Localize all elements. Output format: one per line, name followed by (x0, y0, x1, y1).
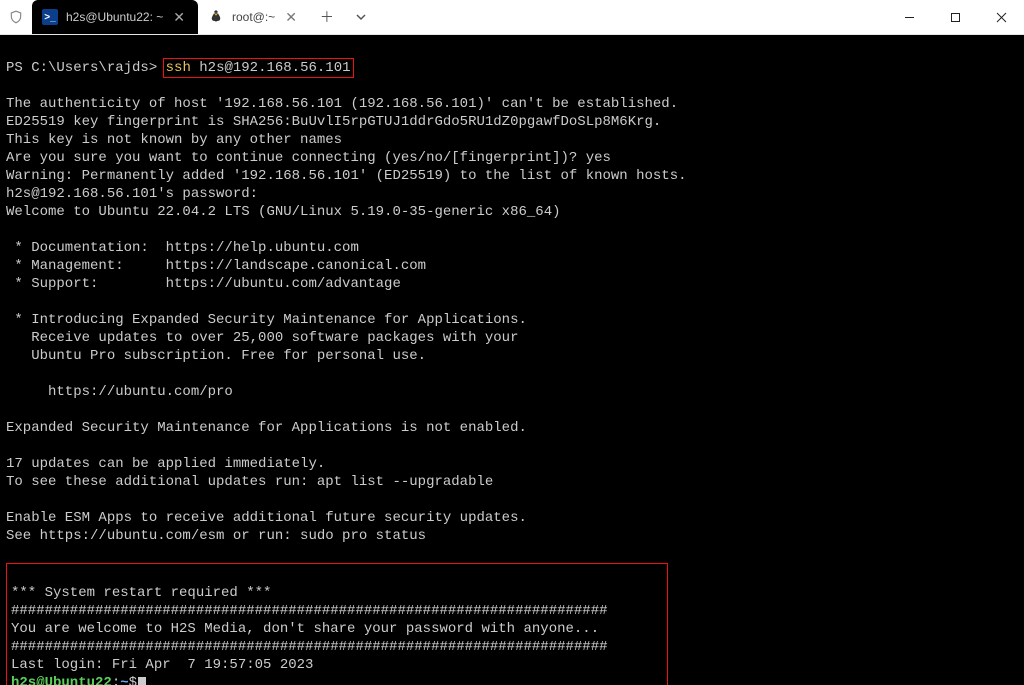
close-window-button[interactable] (978, 0, 1024, 34)
ssh-word: ssh (166, 60, 191, 76)
minimize-button[interactable] (886, 0, 932, 34)
output-line: * Management: https://landscape.canonica… (6, 257, 1018, 275)
output-line: Are you sure you want to continue connec… (6, 149, 1018, 167)
shell-prompt: h2s@Ubuntu22:~$ (11, 674, 663, 685)
output-line: Expanded Security Maintenance for Applic… (6, 419, 1018, 437)
terminal-output[interactable]: PS C:\Users\rajds> ssh h2s@192.168.56.10… (0, 35, 1024, 685)
tab-inactive[interactable]: root@:~ ✕ (198, 0, 310, 34)
prompt-userhost: h2s@Ubuntu22 (11, 675, 112, 685)
output-line: You are welcome to H2S Media, don't shar… (11, 620, 663, 638)
output-line (6, 491, 1018, 509)
login-banner-highlight: *** System restart required ***#########… (6, 563, 668, 685)
tab-dropdown-button[interactable] (344, 0, 378, 34)
output-line: *** System restart required *** (11, 584, 663, 602)
output-line: * Documentation: https://help.ubuntu.com (6, 239, 1018, 257)
cursor (138, 677, 146, 685)
output-line: Last login: Fri Apr 7 19:57:05 2023 (11, 656, 663, 674)
output-line: * Support: https://ubuntu.com/advantage (6, 275, 1018, 293)
tab-inactive-title: root@:~ (232, 10, 275, 24)
close-icon[interactable]: ✕ (171, 9, 187, 26)
output-line (6, 365, 1018, 383)
output-line: ED25519 key fingerprint is SHA256:BuUvlI… (6, 113, 1018, 131)
tab-active[interactable]: >_ h2s@Ubuntu22: ~ ✕ (32, 0, 198, 34)
output-line: * Introducing Expanded Security Maintena… (6, 311, 1018, 329)
titlebar: >_ h2s@Ubuntu22: ~ ✕ root@:~ ✕ ＋ (0, 0, 1024, 35)
output-line (6, 437, 1018, 455)
output-line: 17 updates can be applied immediately. (6, 455, 1018, 473)
output-line: Ubuntu Pro subscription. Free for person… (6, 347, 1018, 365)
output-line: The authenticity of host '192.168.56.101… (6, 95, 1018, 113)
output-line (11, 566, 663, 584)
output-line: h2s@192.168.56.101's password: (6, 185, 1018, 203)
output-line: Receive updates to over 25,000 software … (6, 329, 1018, 347)
ssh-command-highlight: ssh h2s@192.168.56.101 (163, 58, 354, 78)
shield-icon (0, 0, 32, 34)
output-line: Warning: Permanently added '192.168.56.1… (6, 167, 1018, 185)
maximize-button[interactable] (932, 0, 978, 34)
output-line: This key is not known by any other names (6, 131, 1018, 149)
output-line: ########################################… (11, 638, 663, 656)
prompt-prefix: PS C:\Users\rajds> (6, 60, 157, 76)
output-line: https://ubuntu.com/pro (6, 383, 1018, 401)
prompt-sep: : (112, 675, 120, 685)
new-tab-button[interactable]: ＋ (310, 0, 344, 34)
command-line: PS C:\Users\rajds> ssh h2s@192.168.56.10… (6, 59, 1018, 77)
output-line (6, 401, 1018, 419)
output-line: ########################################… (11, 602, 663, 620)
output-line: See https://ubuntu.com/esm or run: sudo … (6, 527, 1018, 545)
output-line: Welcome to Ubuntu 22.04.2 LTS (GNU/Linux… (6, 203, 1018, 221)
output-line: Enable ESM Apps to receive additional fu… (6, 509, 1018, 527)
close-icon[interactable]: ✕ (283, 9, 299, 26)
tab-active-title: h2s@Ubuntu22: ~ (66, 10, 163, 24)
motd-block: The authenticity of host '192.168.56.101… (6, 95, 1018, 545)
tux-icon (208, 9, 224, 25)
prompt-dollar: $ (129, 675, 137, 685)
output-line (6, 221, 1018, 239)
output-line: To see these additional updates run: apt… (6, 473, 1018, 491)
ssh-target: h2s@192.168.56.101 (199, 60, 350, 76)
powershell-icon: >_ (42, 9, 58, 25)
prompt-path: ~ (120, 675, 128, 685)
window-controls (886, 0, 1024, 34)
output-line (6, 293, 1018, 311)
